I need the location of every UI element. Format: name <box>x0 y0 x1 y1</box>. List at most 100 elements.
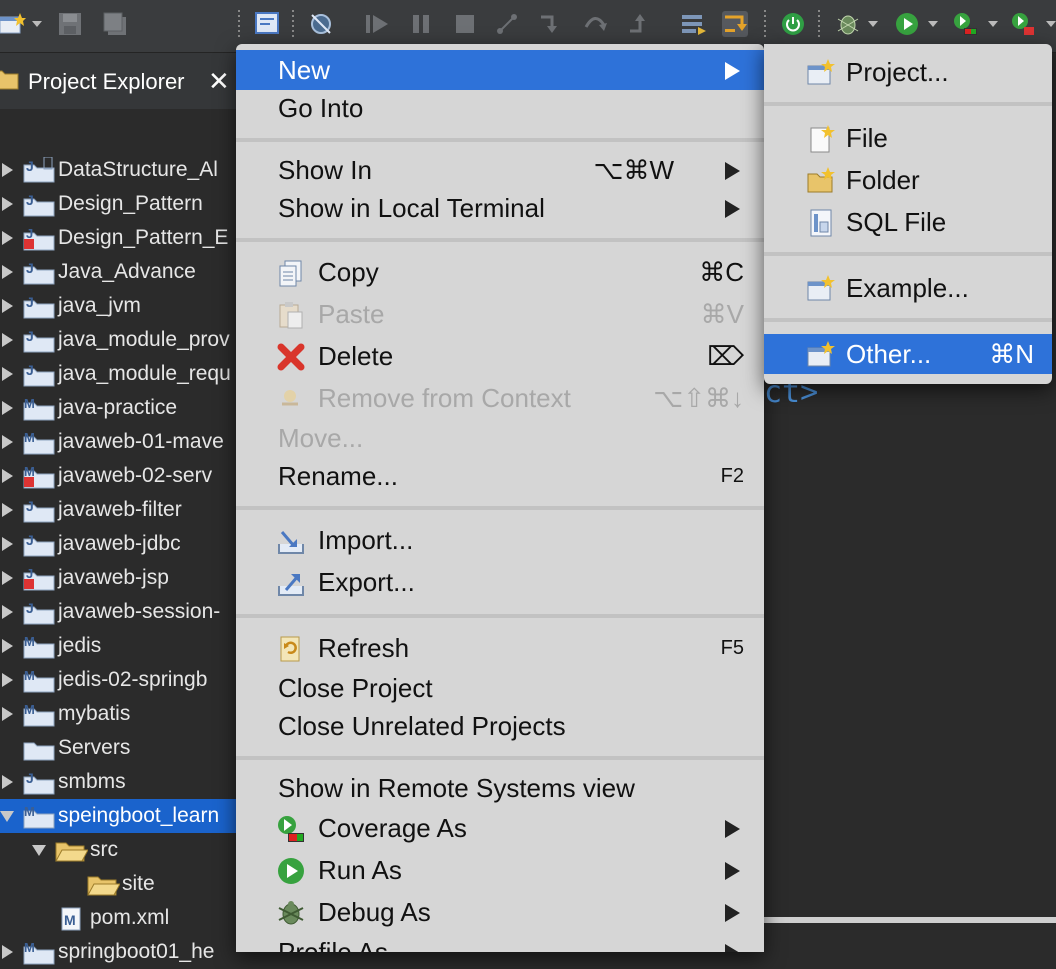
expand-arrow-icon[interactable] <box>2 333 13 347</box>
collapse-arrow-icon[interactable] <box>32 845 46 856</box>
menu-item-profile-as[interactable]: Profile As <box>236 932 764 952</box>
suspend-icon[interactable] <box>408 11 434 37</box>
run-dropdown-icon[interactable] <box>928 21 938 27</box>
tree-item[interactable]: J java_jvm <box>0 289 236 323</box>
submenu-item-folder[interactable]: Folder <box>764 160 1052 200</box>
expand-arrow-icon[interactable] <box>2 435 13 449</box>
save-icon[interactable] <box>57 11 83 37</box>
expand-arrow-icon[interactable] <box>2 537 13 551</box>
tree-item[interactable]: M java-practice <box>0 391 236 425</box>
resume-icon[interactable] <box>364 11 390 37</box>
expand-arrow-icon[interactable] <box>2 299 13 313</box>
menu-item-show-in[interactable]: Show In ⌥⌘W <box>236 150 764 190</box>
step-over-icon[interactable] <box>582 11 608 37</box>
tree-item-selected[interactable]: M speingboot_learn <box>0 799 236 833</box>
new-wizard-dropdown-icon[interactable] <box>32 21 42 27</box>
menu-item-close-unrelated-projects[interactable]: Close Unrelated Projects <box>236 706 764 746</box>
tree-item[interactable]: M javaweb-01-mave <box>0 425 236 459</box>
coverage-dropdown-icon[interactable] <box>988 21 998 27</box>
tree-item[interactable]: J java_module_requ <box>0 357 236 391</box>
tree-item[interactable]: src <box>0 833 236 867</box>
tree-item[interactable]: J javaweb-filter <box>0 493 236 527</box>
menu-item-go-into[interactable]: Go Into <box>236 88 764 128</box>
submenu-item-sql-file[interactable]: SQL File <box>764 202 1052 242</box>
terminate-icon[interactable] <box>452 11 478 37</box>
tree-item[interactable]: M springboot01_he <box>0 935 236 969</box>
submenu-item-example[interactable]: Example... <box>764 268 1052 308</box>
tree-item[interactable]: J DataStructure_Al <box>0 153 236 187</box>
menu-item-new[interactable]: New <box>236 50 764 90</box>
toggle-breadcrumb-icon[interactable] <box>254 11 280 37</box>
expand-arrow-icon[interactable] <box>2 707 13 721</box>
menu-item-refresh[interactable]: Refresh F5 <box>236 628 764 668</box>
folder-open-icon <box>86 871 121 897</box>
tree-item[interactable]: J Java_Advance <box>0 255 236 289</box>
editor-scrollbar[interactable] <box>764 917 1056 923</box>
tree-item[interactable]: J java_module_prov <box>0 323 236 357</box>
run-icon[interactable] <box>894 11 920 37</box>
new-wizard-icon[interactable] <box>0 11 26 37</box>
expand-arrow-icon[interactable] <box>2 673 13 687</box>
expand-arrow-icon[interactable] <box>2 469 13 483</box>
drop-to-frame-icon[interactable] <box>680 11 706 37</box>
menu-item-coverage-as[interactable]: Coverage As <box>236 808 764 848</box>
submenu-item-other[interactable]: Other... ⌘N <box>764 334 1052 374</box>
menu-item-remove-from-context[interactable]: Remove from Context ⌥⇧⌘↓ <box>236 378 764 418</box>
expand-arrow-icon[interactable] <box>2 231 13 245</box>
disconnect-icon[interactable] <box>494 11 520 37</box>
menu-item-run-as[interactable]: Run As <box>236 850 764 890</box>
maven-project-icon: M <box>22 701 56 727</box>
tree-item[interactable]: M jedis <box>0 629 236 663</box>
tree-item[interactable]: M jedis-02-springb <box>0 663 236 697</box>
menu-item-move[interactable]: Move... <box>236 418 764 458</box>
expand-arrow-icon[interactable] <box>2 197 13 211</box>
submenu-item-project[interactable]: Project... <box>764 52 1052 92</box>
debug-icon[interactable] <box>834 11 860 37</box>
tree-item[interactable]: J Design_Pattern_E <box>0 221 236 255</box>
use-step-filters-icon[interactable] <box>722 11 748 37</box>
tree-item[interactable]: M mybatis <box>0 697 236 731</box>
expand-arrow-icon[interactable] <box>2 163 13 177</box>
expand-arrow-icon[interactable] <box>2 265 13 279</box>
expand-arrow-icon[interactable] <box>2 503 13 517</box>
tree-item[interactable]: J smbms <box>0 765 236 799</box>
expand-arrow-icon[interactable] <box>2 367 13 381</box>
external-tools-dropdown-icon[interactable] <box>1046 21 1056 27</box>
expand-arrow-icon[interactable] <box>2 775 13 789</box>
tree-item[interactable]: M pom.xml <box>0 901 236 935</box>
menu-item-copy[interactable]: Copy ⌘C <box>236 252 764 292</box>
save-all-icon[interactable] <box>102 11 128 37</box>
menu-item-export[interactable]: Export... <box>236 562 764 602</box>
menu-item-close-project[interactable]: Close Project <box>236 668 764 708</box>
menu-item-debug-as[interactable]: Debug As <box>236 892 764 932</box>
collapse-arrow-icon[interactable] <box>0 811 14 822</box>
expand-arrow-icon[interactable] <box>2 401 13 415</box>
expand-arrow-icon[interactable] <box>2 945 13 959</box>
tree-item[interactable]: J javaweb-jsp <box>0 561 236 595</box>
expand-arrow-icon[interactable] <box>2 639 13 653</box>
power-icon[interactable] <box>780 11 806 37</box>
project-explorer-tab[interactable]: Project Explorer ✕ <box>0 53 236 109</box>
menu-item-show-local-terminal[interactable]: Show in Local Terminal <box>236 188 764 228</box>
tree-item[interactable]: J Design_Pattern <box>0 187 236 221</box>
close-icon[interactable]: ✕ <box>208 66 230 97</box>
menu-item-rename[interactable]: Rename... F2 <box>236 456 764 496</box>
menu-item-show-in-remote-systems[interactable]: Show in Remote Systems view <box>236 768 764 808</box>
debug-dropdown-icon[interactable] <box>868 21 878 27</box>
menu-item-import[interactable]: Import... <box>236 520 764 560</box>
tree-item[interactable]: J javaweb-session- <box>0 595 236 629</box>
external-tools-icon[interactable] <box>1010 11 1036 37</box>
expand-arrow-icon[interactable] <box>2 605 13 619</box>
menu-item-delete[interactable]: Delete ⌦ <box>236 336 764 376</box>
tree-item[interactable]: M javaweb-02-serv <box>0 459 236 493</box>
tree-item[interactable]: site <box>0 867 236 901</box>
submenu-item-file[interactable]: File <box>764 118 1052 158</box>
coverage-icon[interactable] <box>952 11 978 37</box>
expand-arrow-icon[interactable] <box>2 571 13 585</box>
step-into-icon[interactable] <box>538 11 564 37</box>
step-return-icon[interactable] <box>626 11 652 37</box>
tree-item[interactable]: Servers <box>0 731 236 765</box>
skip-breakpoints-icon[interactable] <box>308 11 334 37</box>
tree-item[interactable]: J javaweb-jdbc <box>0 527 236 561</box>
menu-item-paste[interactable]: Paste ⌘V <box>236 294 764 334</box>
